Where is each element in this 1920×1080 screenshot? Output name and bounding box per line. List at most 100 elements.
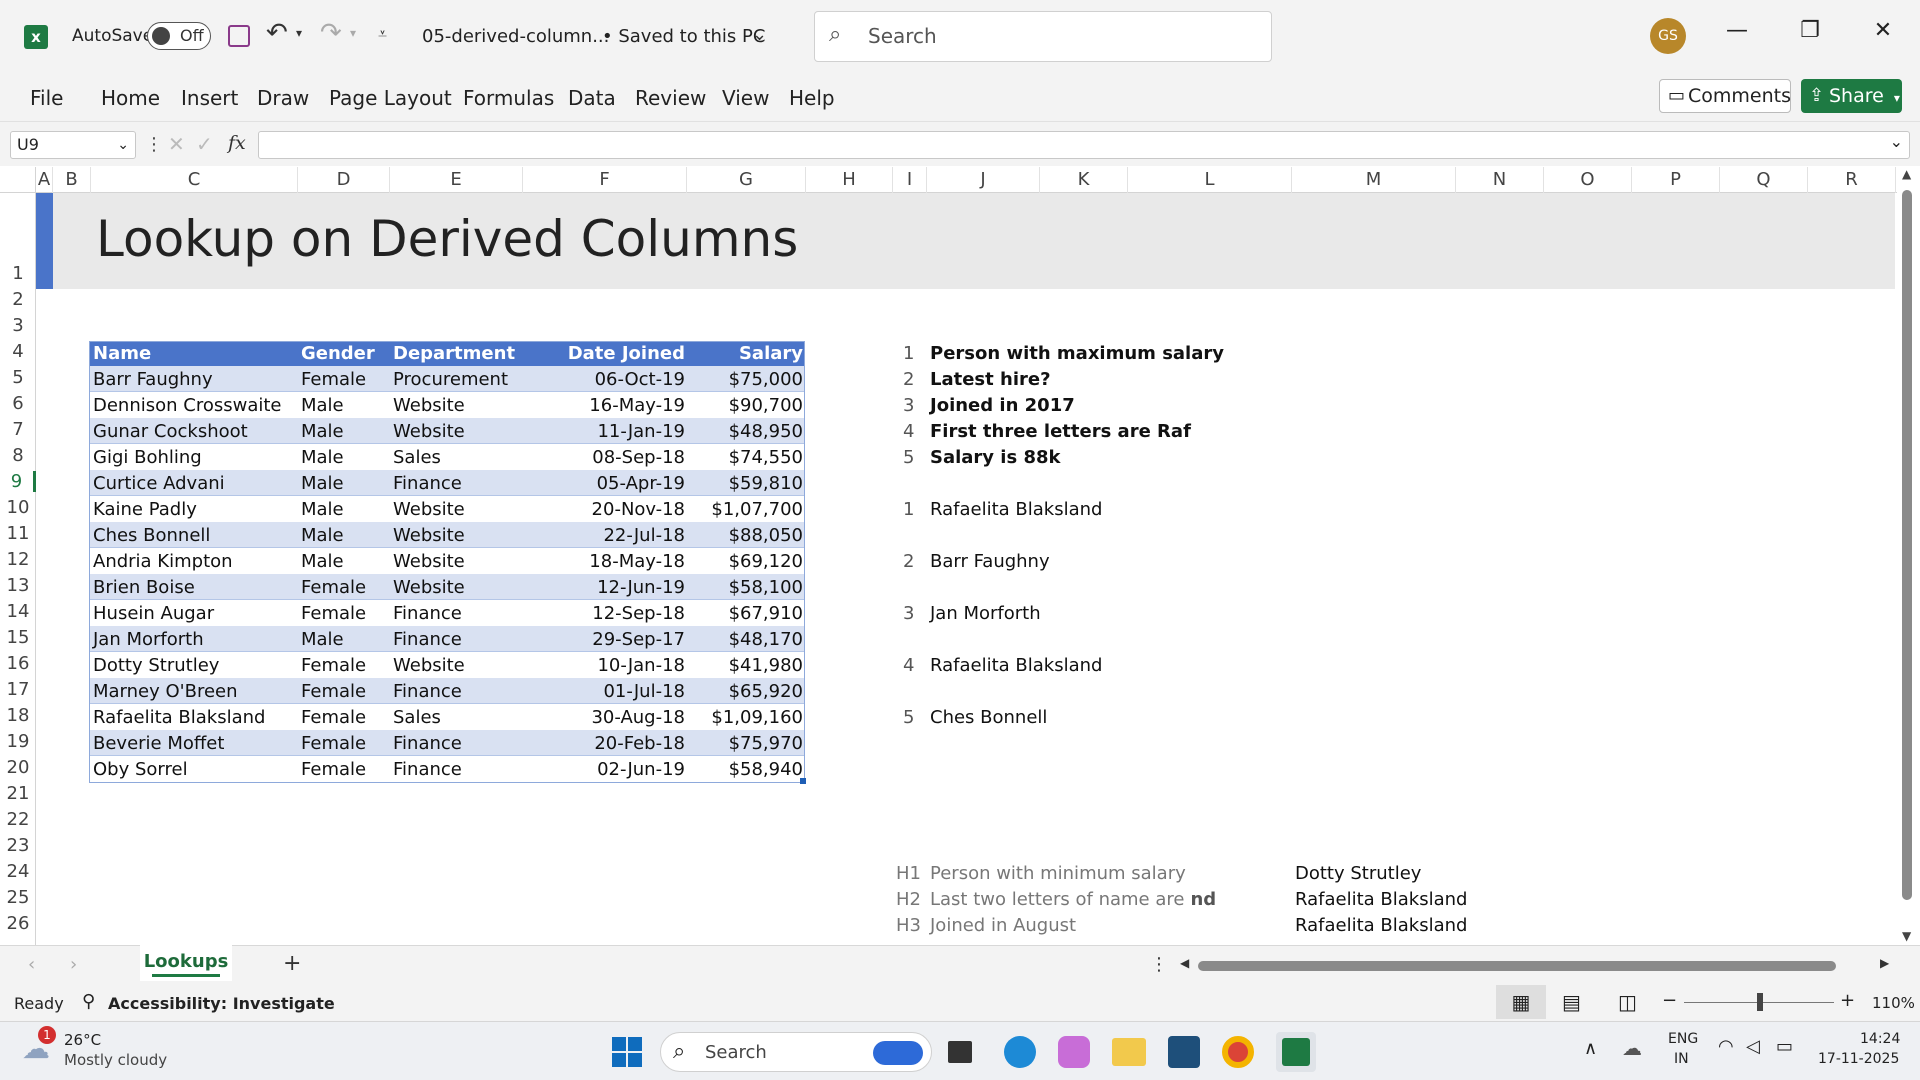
- row-header[interactable]: 26: [0, 913, 36, 934]
- table-cell[interactable]: Dotty Strutley: [93, 655, 219, 676]
- table-cell[interactable]: Barr Faughny: [93, 369, 213, 390]
- table-cell[interactable]: Finance: [393, 681, 462, 702]
- answer-number[interactable]: 5: [903, 707, 914, 728]
- table-cell[interactable]: $74,550: [603, 447, 803, 468]
- table-cell[interactable]: $58,940: [603, 759, 803, 780]
- zoom-slider-thumb[interactable]: [1757, 993, 1763, 1011]
- homework-number[interactable]: H3: [896, 915, 921, 936]
- formula-input[interactable]: ⌄: [258, 131, 1910, 159]
- menu-home[interactable]: Home: [101, 86, 160, 110]
- table-cell[interactable]: Male: [301, 447, 344, 468]
- table-cell[interactable]: $65,920: [603, 681, 803, 702]
- vertical-scroll-thumb[interactable]: [1902, 190, 1912, 900]
- row-header[interactable]: 19: [0, 731, 36, 752]
- answer-text[interactable]: Rafaelita Blaksland: [930, 499, 1102, 520]
- column-header[interactable]: N: [1456, 167, 1544, 193]
- table-cell[interactable]: Dennison Crosswaite: [93, 395, 282, 416]
- table-cell[interactable]: Finance: [393, 759, 462, 780]
- table-cell[interactable]: $75,970: [603, 733, 803, 754]
- more-options-icon[interactable]: ⋮: [1150, 954, 1168, 975]
- row-header[interactable]: 7: [0, 419, 36, 440]
- menu-page-layout[interactable]: Page Layout: [329, 86, 452, 110]
- scroll-up-icon[interactable]: ▲: [1902, 167, 1911, 181]
- table-cell[interactable]: Female: [301, 577, 366, 598]
- table-cell[interactable]: Rafaelita Blaksland: [93, 707, 265, 728]
- row-header[interactable]: 23: [0, 835, 36, 856]
- table-cell[interactable]: Website: [393, 525, 465, 546]
- table-cell[interactable]: Beverie Moffet: [93, 733, 224, 754]
- clock-time[interactable]: 14:24: [1860, 1031, 1900, 1047]
- question-text[interactable]: Person with maximum salary: [930, 343, 1224, 364]
- row-header-selected[interactable]: 9: [0, 471, 36, 492]
- chrome-icon[interactable]: [1222, 1036, 1254, 1068]
- weather-temp[interactable]: 26°C: [64, 1031, 101, 1049]
- question-number[interactable]: 3: [903, 395, 914, 416]
- undo-icon[interactable]: ↶: [266, 18, 288, 48]
- answer-number[interactable]: 4: [903, 655, 914, 676]
- autosave-toggle[interactable]: Off: [147, 22, 211, 50]
- column-header[interactable]: R: [1808, 167, 1896, 193]
- task-view-icon[interactable]: [948, 1041, 972, 1063]
- table-cell[interactable]: Marney O'Breen: [93, 681, 238, 702]
- table-cell[interactable]: Male: [301, 629, 344, 650]
- table-cell[interactable]: Female: [301, 655, 366, 676]
- row-header[interactable]: 2: [0, 289, 36, 310]
- language-top[interactable]: ENG: [1668, 1031, 1698, 1047]
- column-header[interactable]: Q: [1720, 167, 1808, 193]
- row-header[interactable]: 1: [0, 263, 36, 284]
- share-button[interactable]: ⇪ Share ▾: [1801, 79, 1902, 113]
- table-cell[interactable]: Andria Kimpton: [93, 551, 233, 572]
- scroll-left-icon[interactable]: ◀: [1180, 956, 1189, 970]
- table-cell[interactable]: $90,700: [603, 395, 803, 416]
- homework-text[interactable]: Last two letters of name are nd: [930, 889, 1216, 910]
- horizontal-scroll-thumb[interactable]: [1198, 961, 1836, 971]
- chevron-down-icon[interactable]: ⌄: [752, 24, 767, 45]
- row-header[interactable]: 11: [0, 523, 36, 544]
- language-bottom[interactable]: IN: [1674, 1051, 1689, 1067]
- zoom-level[interactable]: 110%: [1872, 994, 1915, 1012]
- question-number[interactable]: 1: [903, 343, 914, 364]
- page-break-view-icon[interactable]: ◫: [1618, 990, 1637, 1014]
- add-sheet-icon[interactable]: +: [283, 951, 301, 976]
- column-header[interactable]: E: [390, 167, 523, 193]
- zoom-out-icon[interactable]: −: [1662, 990, 1677, 1011]
- prev-sheet-icon[interactable]: ‹: [28, 954, 35, 975]
- accessibility-status[interactable]: Accessibility: Investigate: [108, 994, 335, 1013]
- save-icon[interactable]: [228, 25, 250, 47]
- sheet-tab-lookups[interactable]: Lookups: [140, 945, 232, 981]
- homework-answer[interactable]: Dotty Strutley: [1295, 863, 1421, 884]
- close-icon[interactable]: ✕: [1863, 18, 1903, 43]
- file-explorer-icon[interactable]: [1112, 1038, 1146, 1066]
- homework-number[interactable]: H1: [896, 863, 921, 884]
- select-all-corner[interactable]: [0, 167, 36, 193]
- answer-text[interactable]: Barr Faughny: [930, 551, 1050, 572]
- row-header[interactable]: 22: [0, 809, 36, 830]
- table-cell[interactable]: Sales: [393, 447, 441, 468]
- table-cell[interactable]: $58,100: [603, 577, 803, 598]
- search-box[interactable]: ⌕ Search: [814, 11, 1272, 62]
- table-cell[interactable]: Website: [393, 421, 465, 442]
- table-cell[interactable]: Kaine Padly: [93, 499, 197, 520]
- table-cell[interactable]: $41,980: [603, 655, 803, 676]
- answer-number[interactable]: 2: [903, 551, 914, 572]
- table-cell[interactable]: $88,050: [603, 525, 803, 546]
- answer-number[interactable]: 1: [903, 499, 914, 520]
- column-header[interactable]: M: [1292, 167, 1456, 193]
- table-cell[interactable]: $75,000: [603, 369, 803, 390]
- table-cell[interactable]: Finance: [393, 603, 462, 624]
- table-cell[interactable]: Finance: [393, 629, 462, 650]
- answer-text[interactable]: Rafaelita Blaksland: [930, 655, 1102, 676]
- table-cell[interactable]: Website: [393, 395, 465, 416]
- column-header[interactable]: O: [1544, 167, 1632, 193]
- normal-view-icon[interactable]: ▦: [1496, 985, 1546, 1019]
- volume-icon[interactable]: ◁: [1746, 1036, 1760, 1057]
- table-header-cell[interactable]: Salary: [603, 343, 803, 364]
- taskbar-search[interactable]: ⌕ Search: [660, 1032, 932, 1072]
- row-header[interactable]: 15: [0, 627, 36, 648]
- column-header[interactable]: I: [893, 167, 927, 193]
- row-header[interactable]: 18: [0, 705, 36, 726]
- table-cell[interactable]: $59,810: [603, 473, 803, 494]
- onedrive-icon[interactable]: ☁: [1622, 1036, 1642, 1060]
- row-header[interactable]: 17: [0, 679, 36, 700]
- table-cell[interactable]: Website: [393, 655, 465, 676]
